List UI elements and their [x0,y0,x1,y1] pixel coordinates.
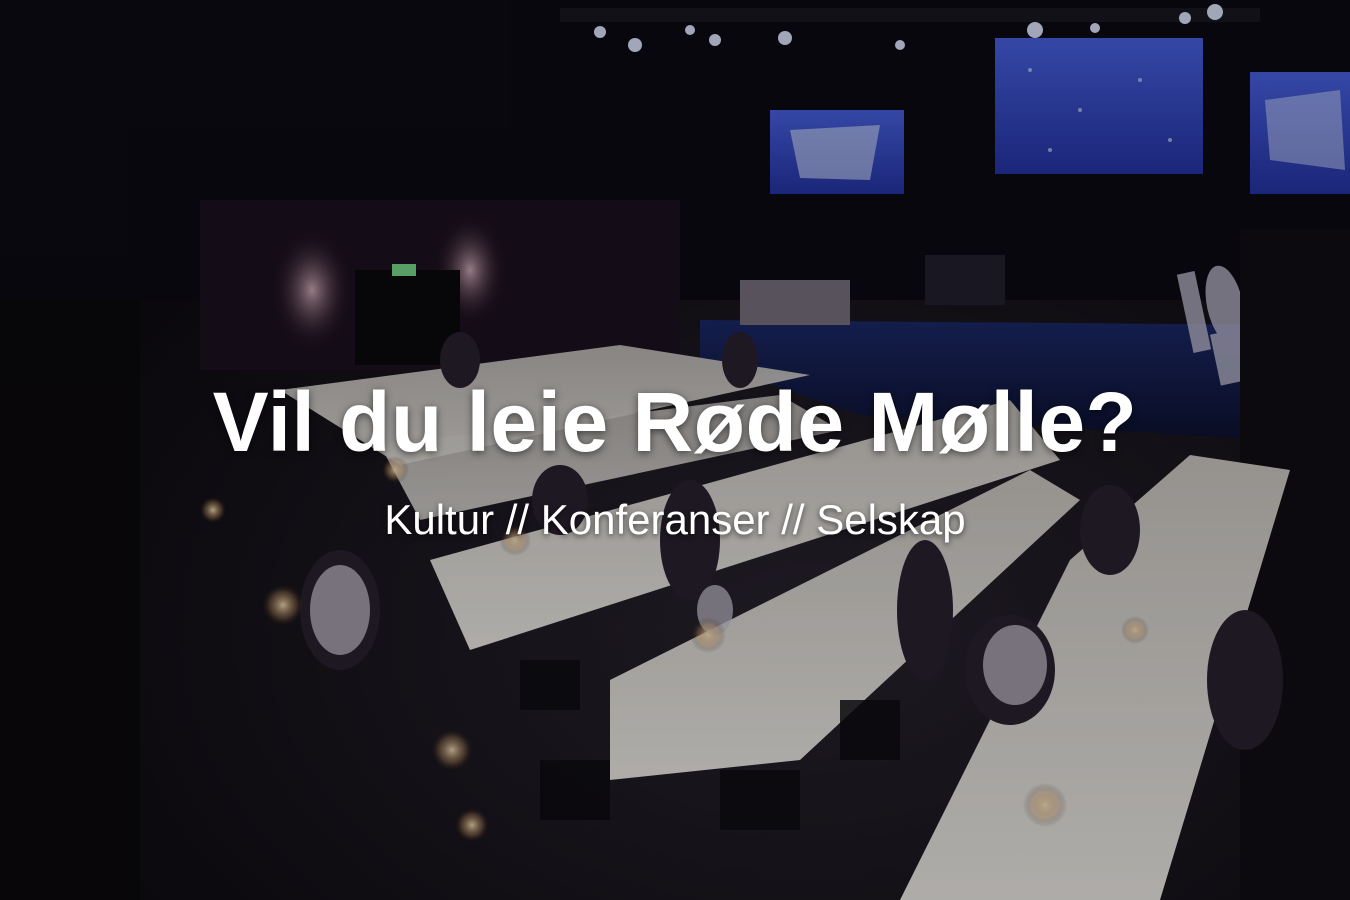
hero-banner: Vil du leie Røde Mølle? Kultur // Konfer… [0,0,1350,900]
hero-subtitle: Kultur // Konferanser // Selskap [384,496,966,543]
hero-title: Vil du leie Røde Mølle? [212,375,1138,469]
